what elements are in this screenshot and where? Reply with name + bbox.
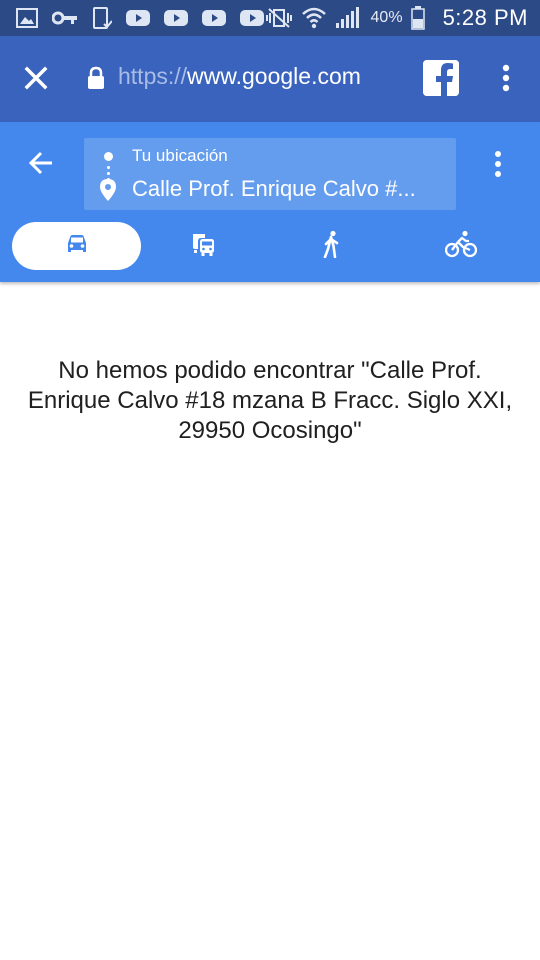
not-found-message: No hemos podido encontrar "Calle Prof. E… (0, 356, 540, 446)
walk-icon (320, 230, 342, 263)
facebook-icon[interactable] (423, 60, 459, 96)
tab-driving[interactable] (12, 222, 141, 270)
route-fields: Tu ubicación Calle Prof. Enrique Calvo #… (84, 138, 456, 210)
clock: 5:28 PM (442, 5, 528, 30)
battery-icon (410, 6, 425, 30)
directions-header: Tu ubicación Calle Prof. Enrique Calvo #… (0, 122, 540, 282)
device-icon (92, 7, 112, 29)
youtube-icon (202, 9, 226, 27)
car-icon (64, 233, 90, 260)
message-line: 29950 Ocosingo" (178, 417, 362, 444)
youtube-icon (126, 9, 150, 27)
travel-mode-tabs (0, 222, 540, 270)
back-arrow-icon[interactable] (24, 146, 58, 180)
youtube-icon (164, 9, 188, 27)
more-vert-icon[interactable] (494, 60, 518, 96)
more-vert-icon[interactable] (486, 146, 510, 182)
youtube-icon (240, 9, 264, 27)
vpn-key-icon (52, 11, 78, 25)
tab-cycling[interactable] (430, 222, 492, 270)
destination-field[interactable]: Calle Prof. Enrique Calvo #... (132, 176, 442, 202)
battery-percent: 40% (370, 9, 403, 26)
gallery-icon (16, 8, 38, 28)
tab-transit[interactable] (172, 222, 234, 270)
location-pin-icon (98, 178, 118, 202)
close-icon[interactable] (20, 62, 52, 94)
status-bar: 40% 5:28 PM (0, 0, 540, 36)
message-line: No hemos podido encontrar "Calle Prof. (58, 357, 482, 384)
bike-icon (444, 230, 478, 263)
message-line: Enrique Calvo #18 mzana B Fracc. Siglo X… (27, 387, 513, 414)
custom-tab-toolbar: https://www.google.com (0, 36, 540, 122)
url-host: www.google.com (187, 63, 361, 89)
wifi-icon (301, 6, 327, 30)
origin-dot-icon (104, 152, 113, 161)
vibrate-off-icon (265, 7, 293, 29)
signal-icon (335, 7, 361, 29)
lock-icon (86, 66, 106, 90)
transit-icon (189, 231, 217, 262)
origin-field[interactable]: Tu ubicación (132, 146, 228, 166)
url-scheme: https:// (118, 63, 188, 89)
tab-walking[interactable] (300, 222, 362, 270)
url-bar[interactable]: https://www.google.com (118, 63, 408, 95)
